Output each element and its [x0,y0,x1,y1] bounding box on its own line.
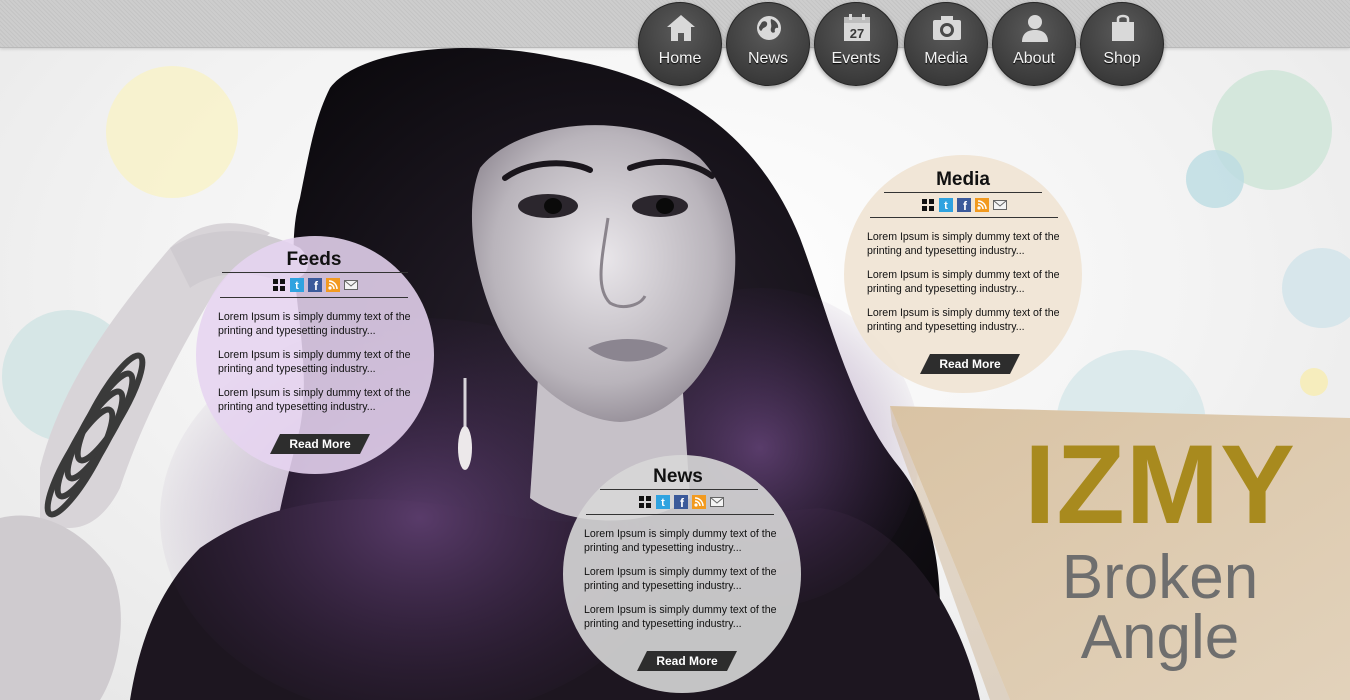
media-title-divider [884,192,1042,193]
svg-text:t: t [944,200,948,212]
nav-about[interactable]: About [992,2,1076,86]
brand-name: IZMY [1024,422,1296,547]
media-social-icons: t f [921,198,1007,212]
media-item: Lorem Ipsum is simply dummy text of the … [867,269,1060,295]
rss-icon[interactable] [326,278,340,292]
artist-photo [0,48,980,700]
svg-text:t: t [661,497,665,509]
media-item: Lorem Ipsum is simply dummy text of the … [867,307,1060,333]
nav-media-label: Media [924,50,968,67]
mail-icon[interactable] [344,278,358,292]
brand-subtitle: Broken Angle [1010,543,1310,672]
page-background: Home News 27 Events Media About Shop Fee… [0,0,1350,700]
rss-icon[interactable] [692,495,706,509]
news-read-more-button[interactable]: Read More [637,651,737,671]
news-icons-divider [586,514,774,515]
calendar-day-number: 27 [850,26,864,41]
bokeh-circle [1186,150,1244,208]
news-social-icons: t f [638,495,724,509]
feeds-social-icons: t f [272,278,358,292]
facebook-icon[interactable]: f [957,198,971,212]
house-icon [667,15,695,41]
media-item: Lorem Ipsum is simply dummy text of the … [867,231,1060,257]
grid-icon[interactable] [272,278,286,292]
grid-icon[interactable] [638,495,652,509]
nav-news[interactable]: News [726,2,810,86]
news-item: Lorem Ipsum is simply dummy text of the … [584,566,777,592]
person-icon [1022,15,1048,42]
nav-shop[interactable]: Shop [1080,2,1164,86]
mail-icon[interactable] [710,495,724,509]
brand-subtitle-line1: Broken [1061,543,1259,612]
feeds-title: Feeds [286,249,342,270]
bokeh-circle [1282,248,1350,328]
feeds-read-more-button[interactable]: Read More [270,434,370,454]
bokeh-circle [1300,368,1328,396]
shopping-bag-icon [1112,14,1134,41]
nav-home[interactable]: Home [638,2,722,86]
mail-icon[interactable] [993,198,1007,212]
nav-home-label: Home [658,50,702,67]
svg-text:t: t [295,280,299,292]
feeds-text: Lorem Ipsum is simply dummy text of the … [218,310,414,424]
nav-shop-label: Shop [1103,50,1141,67]
media-text: Lorem Ipsum is simply dummy text of the … [867,230,1065,344]
grid-icon[interactable] [921,198,935,212]
brand-subtitle-line2: Angle [1080,603,1240,672]
feeds-title-divider [222,272,408,273]
nav-events-label: Events [831,50,881,67]
calendar-icon: 27 [844,14,870,41]
news-item: Lorem Ipsum is simply dummy text of the … [584,528,777,554]
news-text: Lorem Ipsum is simply dummy text of the … [584,527,782,641]
media-icons-divider [870,217,1058,218]
nav-about-label: About [1013,50,1055,67]
twitter-icon[interactable]: t [290,278,304,292]
news-title: News [653,466,703,487]
feeds-item: Lorem Ipsum is simply dummy text of the … [218,311,411,337]
facebook-icon[interactable]: f [674,495,688,509]
twitter-icon[interactable]: t [656,495,670,509]
feeds-icons-divider [220,297,408,298]
facebook-icon[interactable]: f [308,278,322,292]
media-read-more-button[interactable]: Read More [920,354,1020,374]
nav-news-label: News [747,50,788,67]
news-item: Lorem Ipsum is simply dummy text of the … [584,604,777,630]
news-title-divider [600,489,758,490]
feeds-item: Lorem Ipsum is simply dummy text of the … [218,349,411,375]
nav-media[interactable]: Media [904,2,988,86]
twitter-icon[interactable]: t [939,198,953,212]
media-title: Media [936,169,990,190]
feeds-item: Lorem Ipsum is simply dummy text of the … [218,387,411,413]
rss-icon[interactable] [975,198,989,212]
nav-events[interactable]: 27 Events [814,2,898,86]
globe-icon [757,16,781,40]
camera-icon [933,16,961,40]
